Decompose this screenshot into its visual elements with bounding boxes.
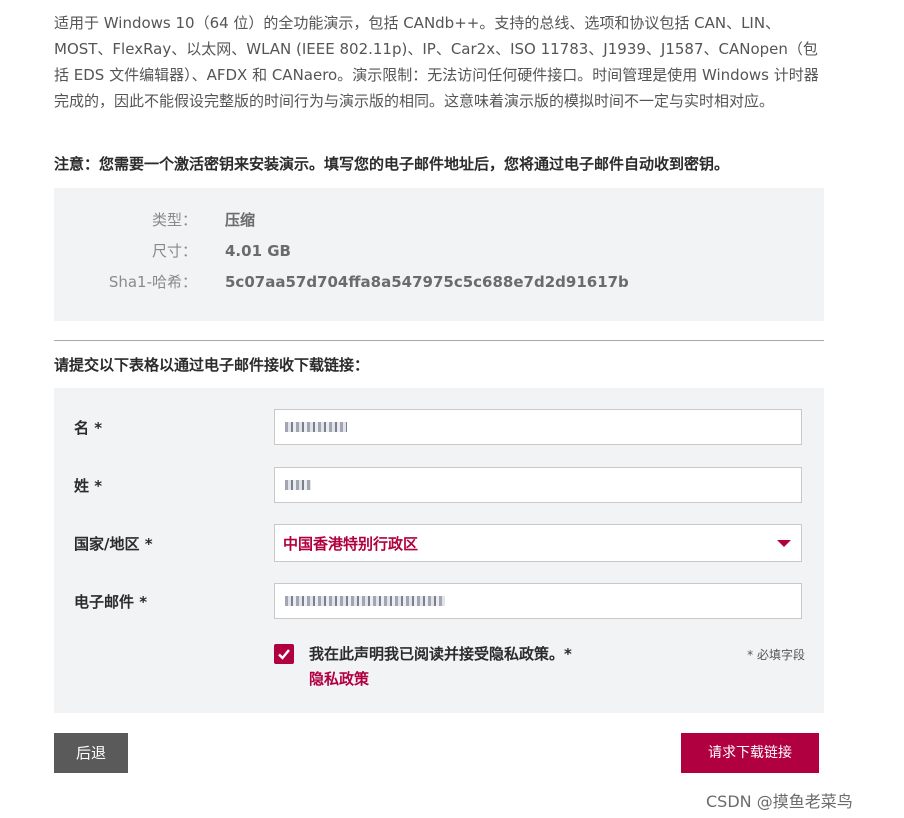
required-fields-note: * 必填字段: [747, 648, 805, 662]
dropdown-caret-icon: [777, 540, 791, 547]
divider: [54, 340, 824, 341]
csdn-watermark: CSDN @摸鱼老菜鸟: [706, 792, 853, 811]
privacy-consent-checkbox[interactable]: [274, 644, 294, 664]
first-name-label: 名 *: [74, 419, 103, 437]
back-button[interactable]: 后退: [54, 733, 128, 773]
type-label: 类型：: [151, 211, 197, 229]
type-value: 压缩: [225, 211, 256, 229]
form-title: 请提交以下表格以通过电子邮件接收下载链接：: [54, 356, 370, 374]
country-select[interactable]: 中国香港特别行政区: [274, 524, 802, 562]
email-label: 电子邮件 *: [74, 593, 148, 611]
sha1-label: Sha1-哈希：: [108, 273, 197, 291]
redacted-email: [285, 595, 445, 606]
sha1-row: Sha1-哈希： 5c07aa57d704ffa8a547975c5c688e7…: [54, 269, 824, 295]
country-selected-value: 中国香港特别行政区: [283, 535, 419, 553]
last-name-label: 姓 *: [74, 477, 103, 495]
activation-note: 注意：您需要一个激活密钥来安装演示。填写您的电子邮件地址后，您将通过电子邮件自动…: [54, 155, 730, 173]
file-info-panel: 类型： 压缩 尺寸： 4.01 GB Sha1-哈希： 5c07aa57d704…: [54, 188, 824, 321]
type-row: 类型： 压缩: [54, 207, 824, 233]
consent-text: 我在此声明我已阅读并接受隐私政策。*: [309, 645, 572, 663]
last-name-input[interactable]: [274, 467, 802, 503]
privacy-policy-link[interactable]: 隐私政策: [309, 668, 369, 689]
checkmark-icon: [278, 649, 290, 660]
first-name-input[interactable]: [274, 409, 802, 445]
redacted-first-name: [285, 421, 347, 432]
sha1-value: 5c07aa57d704ffa8a547975c5c688e7d2d91617b: [225, 273, 629, 291]
size-row: 尺寸： 4.01 GB: [54, 238, 824, 264]
country-label: 国家/地区 *: [74, 535, 153, 553]
size-label: 尺寸：: [151, 242, 197, 260]
email-input[interactable]: [274, 583, 802, 619]
size-value: 4.01 GB: [225, 242, 291, 260]
redacted-last-name: [285, 479, 311, 490]
request-download-link-button[interactable]: 请求下载链接: [681, 733, 819, 773]
intro-text: 适用于 Windows 10（64 位）的全功能演示，包括 CANdb++。支持…: [54, 14, 819, 110]
download-form: 名 * 姓 * 国家/地区 * 中国香港特别行政区 电子邮件 * 我在此声明我已…: [54, 388, 824, 713]
